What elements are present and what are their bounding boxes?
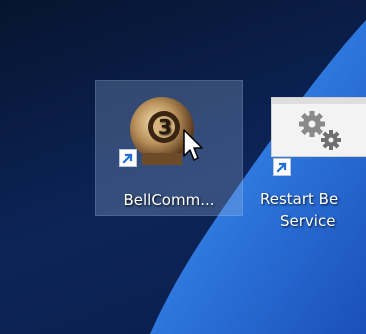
svg-text:3: 3 [158, 115, 172, 139]
shortcut-arrow-icon [273, 158, 291, 176]
bellcomm-app-icon: 3 [119, 89, 206, 173]
shortcut-label-line2: Service [280, 212, 336, 230]
desktop-shortcut-restart-service[interactable]: Restart Be Service [258, 80, 366, 250]
shortcut-label: BellComm... [123, 191, 215, 209]
gears-icon [271, 97, 366, 176]
shortcut-arrow-icon [119, 149, 137, 167]
desktop-shortcut-bellcomm[interactable]: 3 BellComm... [95, 80, 243, 216]
shortcut-label-line1: Restart Be [260, 190, 339, 208]
desktop[interactable]: 3 BellComm... Restart Be Service [0, 0, 366, 334]
